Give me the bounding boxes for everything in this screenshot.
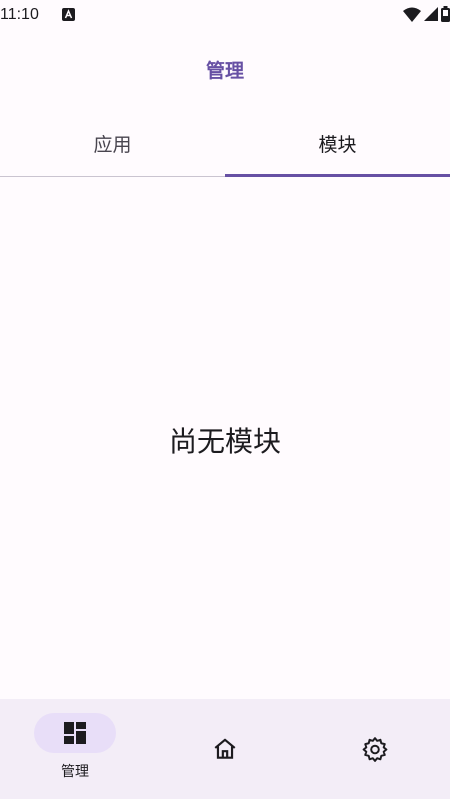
empty-state-message: 尚无模块 [168,425,281,458]
status-time: 11:10 [0,6,39,23]
tab-apps[interactable]: 应用 [0,110,225,176]
tab-modules-label: 模块 [318,133,357,156]
wifi-icon [403,7,421,22]
page-title: 管理 [205,59,244,82]
tab-bar: 应用 模块 [0,110,450,177]
top-app-bar: 管理 [0,32,450,106]
bottom-navigation: 管理 [0,699,450,799]
nav-active-pill [34,713,116,753]
nav-item-manage-label: 管理 [61,764,89,780]
nav-item-settings[interactable] [300,699,450,799]
tab-apps-label: 应用 [93,133,132,156]
settings-icon [362,737,388,762]
nav-item-home[interactable] [150,699,300,799]
dashboard-icon [64,722,86,744]
notification-a-icon [62,8,75,21]
status-icons [403,6,450,22]
tab-active-indicator [225,174,450,177]
battery-icon [441,6,450,22]
status-bar: 11:10 [0,0,450,32]
tab-modules[interactable]: 模块 [225,110,450,177]
nav-item-manage[interactable]: 管理 [0,699,150,799]
signal-icon [424,7,438,21]
home-icon [214,738,236,759]
